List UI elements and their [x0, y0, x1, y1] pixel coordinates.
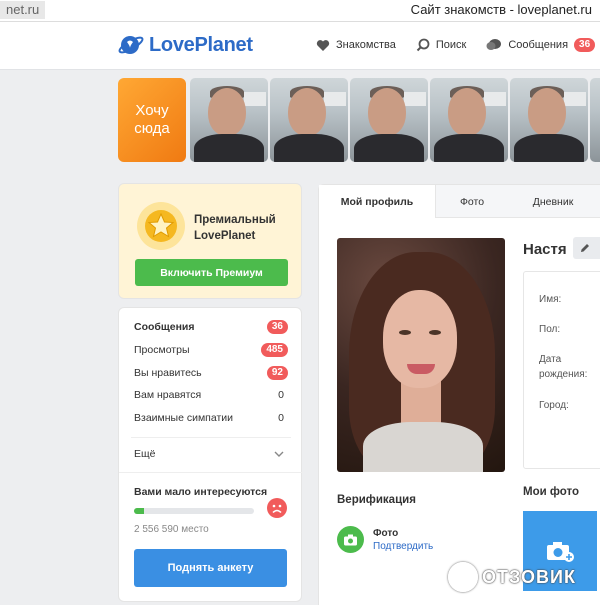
stat-label: Просмотры [134, 344, 190, 356]
watermark-text: ОТЗОВИК [482, 566, 576, 587]
stat-label: Вам нравятся [134, 389, 202, 401]
chat-icon [486, 39, 502, 50]
field-city-label: Город: [539, 400, 569, 411]
profile-photo[interactable] [337, 238, 505, 472]
nav-search[interactable]: Поиск [416, 38, 466, 52]
sad-face-icon [267, 498, 287, 518]
nav-dating[interactable]: Знакомства [316, 39, 396, 52]
stat-value: 0 [278, 412, 284, 424]
divider [131, 437, 291, 438]
premium-card: Премиальный LovePlanet Включить Премиум [118, 183, 302, 299]
divider [119, 472, 303, 473]
nav-messages[interactable]: Сообщения 36 [486, 38, 596, 52]
main-nav: Знакомства Поиск Сообщения 36 [316, 38, 596, 52]
low-interest-label: Вами мало интересуются [134, 486, 268, 498]
my-photos-title: Мои фото [523, 486, 580, 498]
stat-label: Вы нравитесь [134, 367, 202, 379]
site-header: LovePlanet Знакомства Поиск Сообщения 36 [0, 22, 600, 70]
profile-name: Настя [523, 241, 567, 258]
raise-profile-button[interactable]: Поднять анкету [134, 549, 287, 587]
stat-badge: 36 [266, 320, 288, 334]
featured-users-strip: Хочу сюда [118, 78, 600, 162]
tab-diary[interactable]: Дневник [508, 185, 598, 218]
logo-text: LovePlanet [149, 33, 253, 56]
stat-row-messages[interactable]: Сообщения 36 [134, 320, 288, 334]
nav-search-label: Поиск [435, 39, 467, 51]
premium-star-icon [137, 202, 185, 250]
otzovik-watermark: ОТЗОВИК [448, 562, 576, 592]
browser-bar: net.ru Сайт знакомств - loveplanet.ru [0, 0, 600, 22]
field-name-label: Имя: [539, 294, 562, 305]
stat-label: Сообщения [134, 321, 195, 333]
address-bar-url[interactable]: net.ru [0, 1, 46, 19]
edit-profile-button[interactable] [573, 237, 600, 259]
watermark-logo-icon [448, 562, 478, 592]
featured-user-thumb[interactable] [350, 78, 428, 162]
field-birthdate-label: Дата рождения: [539, 354, 588, 380]
nav-messages-label: Сообщения [508, 39, 569, 51]
enable-premium-button[interactable]: Включить Премиум [135, 259, 288, 286]
verification-photo-label: Фото [373, 528, 399, 539]
more-label: Ещё [134, 448, 156, 460]
profile-card: Мой профиль Фото Дневник Настя Имя: Пол:… [318, 184, 600, 605]
camera-icon [337, 526, 364, 553]
stat-value: 0 [278, 389, 284, 401]
tab-photos[interactable]: Фото [436, 185, 508, 218]
profile-info-box: Имя: Пол: Дата рождения: Город: [523, 271, 600, 469]
more-toggle[interactable]: Ещё [134, 448, 288, 460]
nav-dating-label: Знакомства [336, 39, 396, 51]
popularity-progress [134, 508, 254, 514]
premium-title: Премиальный LovePlanet [194, 214, 276, 242]
featured-user-thumb[interactable] [430, 78, 508, 162]
stat-badge: 485 [261, 343, 288, 357]
tab-my-profile[interactable]: Мой профиль [319, 185, 436, 218]
verify-link[interactable]: Подтвердить [373, 541, 433, 552]
pencil-icon [581, 244, 589, 252]
planet-logo-icon [118, 36, 144, 54]
featured-user-thumb[interactable] [190, 78, 268, 162]
site-logo[interactable]: LovePlanet [118, 33, 253, 57]
stat-label: Взаимные симпатии [134, 412, 234, 424]
profile-tabs: Мой профиль Фото Дневник [319, 185, 600, 218]
rank-place: 2 556 590 место [134, 524, 209, 535]
search-icon [416, 38, 430, 52]
stat-row-you-like[interactable]: Вам нравятся 0 [134, 389, 288, 401]
window-title: Сайт знакомств - loveplanet.ru [410, 2, 592, 17]
featured-user-thumb[interactable] [510, 78, 588, 162]
heart-icon [316, 39, 330, 51]
stat-row-mutual[interactable]: Взаимные симпатии 0 [134, 412, 288, 424]
stat-row-liked-you[interactable]: Вы нравитесь 92 [134, 366, 288, 380]
featured-user-thumb[interactable] [590, 78, 600, 162]
stats-panel: Сообщения 36 Просмотры 485 Вы нравитесь … [118, 307, 303, 602]
featured-user-thumb[interactable] [270, 78, 348, 162]
stat-badge: 92 [266, 366, 288, 380]
verification-title: Верификация [337, 494, 416, 506]
want-here-button[interactable]: Хочу сюда [118, 78, 186, 162]
add-camera-icon [547, 542, 574, 562]
messages-count-badge: 36 [574, 38, 596, 52]
chevron-down-icon [274, 451, 284, 457]
stat-row-views[interactable]: Просмотры 485 [134, 343, 288, 357]
field-gender-label: Пол: [539, 324, 561, 335]
